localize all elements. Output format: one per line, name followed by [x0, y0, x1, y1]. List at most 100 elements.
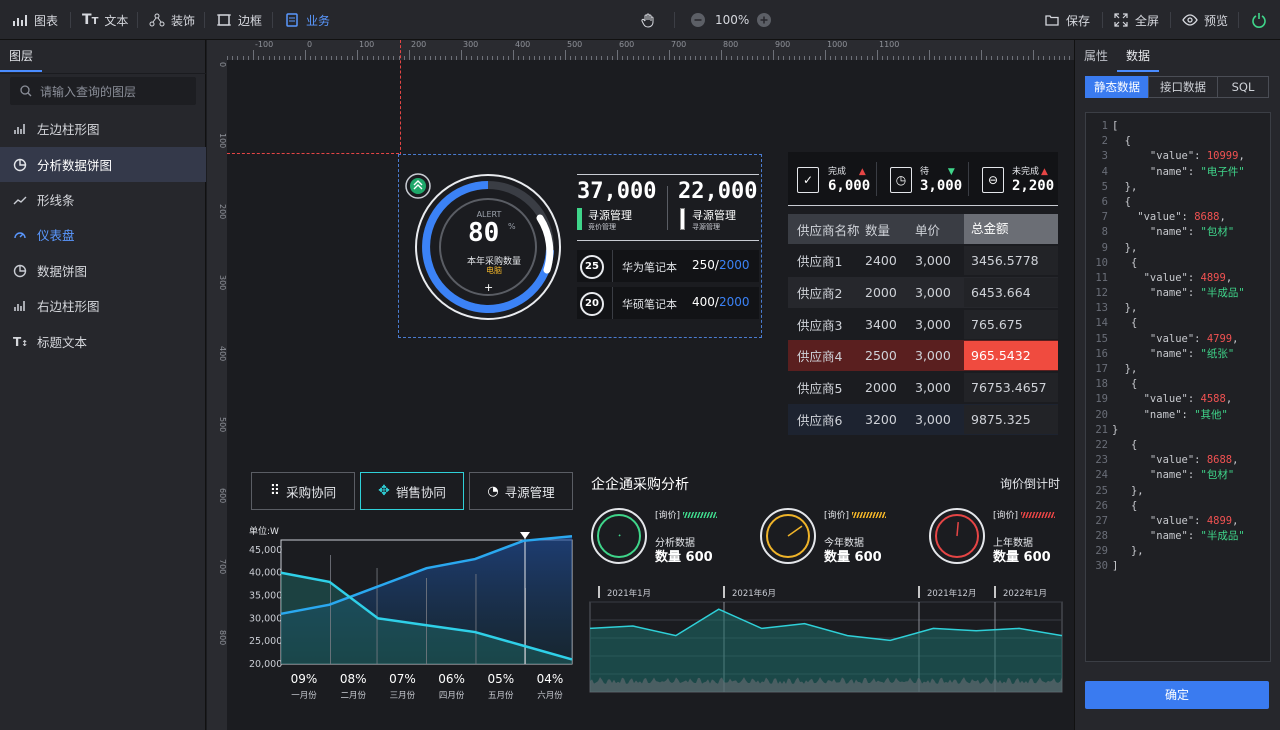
- save-button[interactable]: 保存: [1044, 0, 1090, 40]
- laptop-total-2: 2000: [718, 295, 750, 309]
- laptop-val-2: 400/: [692, 295, 719, 309]
- status-label-2: 待: [920, 167, 930, 177]
- y-tick-label: 35,000: [249, 591, 282, 602]
- fullscreen-button[interactable]: 全屏: [1113, 0, 1159, 40]
- laptop-total-1: 2000: [718, 258, 750, 272]
- border-tool[interactable]: 边框: [216, 0, 262, 40]
- confirm-button[interactable]: 确定: [1085, 681, 1269, 709]
- bar-chart-icon: [14, 300, 25, 311]
- zoom-level: 100%: [715, 0, 749, 40]
- stat-sub-2: 寻源管理: [692, 223, 720, 231]
- percent-label: 08%: [340, 672, 367, 686]
- code-line: 9 },: [1101, 241, 1138, 254]
- expand-icon: [1114, 13, 1128, 27]
- bar-chart-icon: [14, 123, 25, 134]
- stat-title-1: 寻源管理: [588, 209, 632, 222]
- code-line: 6 {: [1101, 195, 1131, 208]
- countdown-label: 询价倒计时: [1000, 477, 1061, 491]
- marker-triangle: [520, 532, 530, 539]
- table-row[interactable]: 供应商4 2500 3,000 965.5432: [788, 340, 1058, 372]
- ruler-tick-label: 800: [218, 630, 227, 646]
- code-line: 29 },: [1095, 545, 1144, 558]
- chart-tool[interactable]: 图表: [12, 0, 58, 40]
- table-row[interactable]: 供应商3 3400 3,000 765.675: [788, 308, 1058, 340]
- code-line: 15 "value": 4799,: [1095, 332, 1239, 345]
- timer-icon: ◷: [890, 167, 912, 193]
- fullscreen-label: 全屏: [1135, 13, 1160, 28]
- table-row[interactable]: 供应商1 2400 3,000 3456.5778: [788, 245, 1058, 276]
- month-label: 三月份: [390, 690, 416, 701]
- gauge-tag: [询价]: [824, 511, 850, 521]
- table-row[interactable]: 供应商2 2000 3,000 6453.664: [788, 276, 1058, 308]
- layer-label: 右边柱形图: [37, 299, 100, 314]
- sql-tab[interactable]: SQL: [1217, 76, 1269, 98]
- table-row[interactable]: 供应商6 3200 3,000 9875.325: [788, 404, 1058, 435]
- ruler-tick-label: 200: [218, 204, 227, 220]
- status-label-1: 完成: [828, 167, 847, 177]
- layer-label: 形线条: [37, 193, 75, 208]
- y-tick-label: 25,000: [249, 636, 282, 647]
- layer-item-right-bar[interactable]: 右边柱形图: [0, 288, 206, 323]
- status-number-3: 2,200: [1012, 178, 1055, 194]
- percent-label: 04%: [537, 672, 564, 686]
- code-line: 17 },: [1095, 363, 1138, 375]
- guide-line-vertical[interactable]: [400, 40, 401, 155]
- code-line: 3 "value": 10999,: [1101, 150, 1245, 163]
- table-cell: 2400: [865, 253, 897, 268]
- gauge-unit: %: [508, 222, 516, 231]
- hand-tool[interactable]: [640, 0, 656, 40]
- chart-tool-label: 图表: [34, 13, 59, 28]
- layer-item-pie[interactable]: 数据饼图: [0, 253, 206, 288]
- text-tool[interactable]: TT 文本: [82, 0, 128, 40]
- tab-data[interactable]: 数据: [1117, 40, 1159, 72]
- static-data-tab[interactable]: 静态数据: [1085, 76, 1149, 98]
- table-cell: 3456.5778: [964, 246, 1058, 275]
- zoom-in-button[interactable]: [756, 0, 772, 40]
- code-line: 27 "value": 4899,: [1095, 514, 1239, 527]
- gauge-icon: [14, 231, 26, 238]
- eye-icon: [1182, 14, 1198, 26]
- table-cell: 965.5432: [964, 341, 1058, 371]
- table-cell: 76753.4657: [964, 373, 1058, 403]
- business-tool[interactable]: 业务: [284, 0, 330, 40]
- sourcing-button[interactable]: ◔ 寻源管理: [469, 472, 573, 510]
- tab-properties[interactable]: 属性: [1075, 40, 1117, 72]
- layer-item-gauge[interactable]: 仪表盘: [0, 217, 206, 252]
- sales-area-chart: 45,000 40,000 35,000 30,000 25,000 20,000 09% 一…: [249, 532, 573, 701]
- hand-icon: [641, 13, 654, 28]
- code-line: 24 "name": "包材": [1095, 469, 1235, 482]
- layer-item-analysis-pie[interactable]: 分析数据饼图: [0, 147, 206, 182]
- stat-bar-1: [577, 208, 582, 230]
- code-line: 23 "value": 8688,: [1095, 454, 1239, 467]
- procurement-button[interactable]: ⠿ 采购协同: [251, 472, 355, 510]
- horizontal-ruler[interactable]: -100 0 100 200 300 400 500 600 700 800 900 1000 1100: [207, 40, 1074, 60]
- layer-item-left-bar[interactable]: 左边柱形图: [0, 111, 206, 146]
- pie-chart-icon: [13, 264, 27, 277]
- layer-label: 分析数据饼图: [37, 158, 113, 173]
- power-button[interactable]: [1251, 0, 1267, 40]
- hatch-bar: [683, 512, 717, 518]
- code-line: 21}: [1095, 423, 1119, 436]
- decor-tool[interactable]: 装饰: [149, 0, 195, 40]
- code-line: 22 {: [1095, 438, 1138, 451]
- table-row[interactable]: 供应商5 2000 3,000 76753.4657: [788, 372, 1058, 404]
- y-tick-label: 40,000: [249, 568, 282, 579]
- table-cell: 3,000: [915, 284, 951, 300]
- text-icon: TT: [82, 12, 99, 28]
- y-tick-label: 30,000: [249, 613, 282, 624]
- zoom-out-button[interactable]: [690, 0, 706, 40]
- json-editor[interactable]: 1[2 {3 "value": 10999, 4 "name": "电子件" 5 }…: [1085, 112, 1271, 662]
- layer-item-title-text[interactable]: T↕ 标题文本: [0, 324, 206, 359]
- minus-circle-icon: ⊖: [982, 167, 1004, 193]
- code-line: 2 {: [1101, 135, 1131, 148]
- sales-button[interactable]: ✥ 销售协同: [360, 472, 464, 510]
- api-data-tab[interactable]: 接口数据: [1148, 76, 1218, 98]
- guide-line-horizontal[interactable]: [227, 153, 399, 154]
- preview-button[interactable]: 预览: [1182, 0, 1228, 40]
- layer-search-input[interactable]: 请输入查询的图层: [10, 77, 196, 105]
- layer-item-line[interactable]: 形线条: [0, 182, 206, 217]
- vertical-ruler[interactable]: 0 100 200 300 400 500 600 700 800: [207, 40, 227, 730]
- status-arrow-1: ▲: [858, 167, 866, 177]
- tab-layers[interactable]: 图层: [0, 40, 42, 72]
- text-size-icon: T↕: [13, 334, 28, 349]
